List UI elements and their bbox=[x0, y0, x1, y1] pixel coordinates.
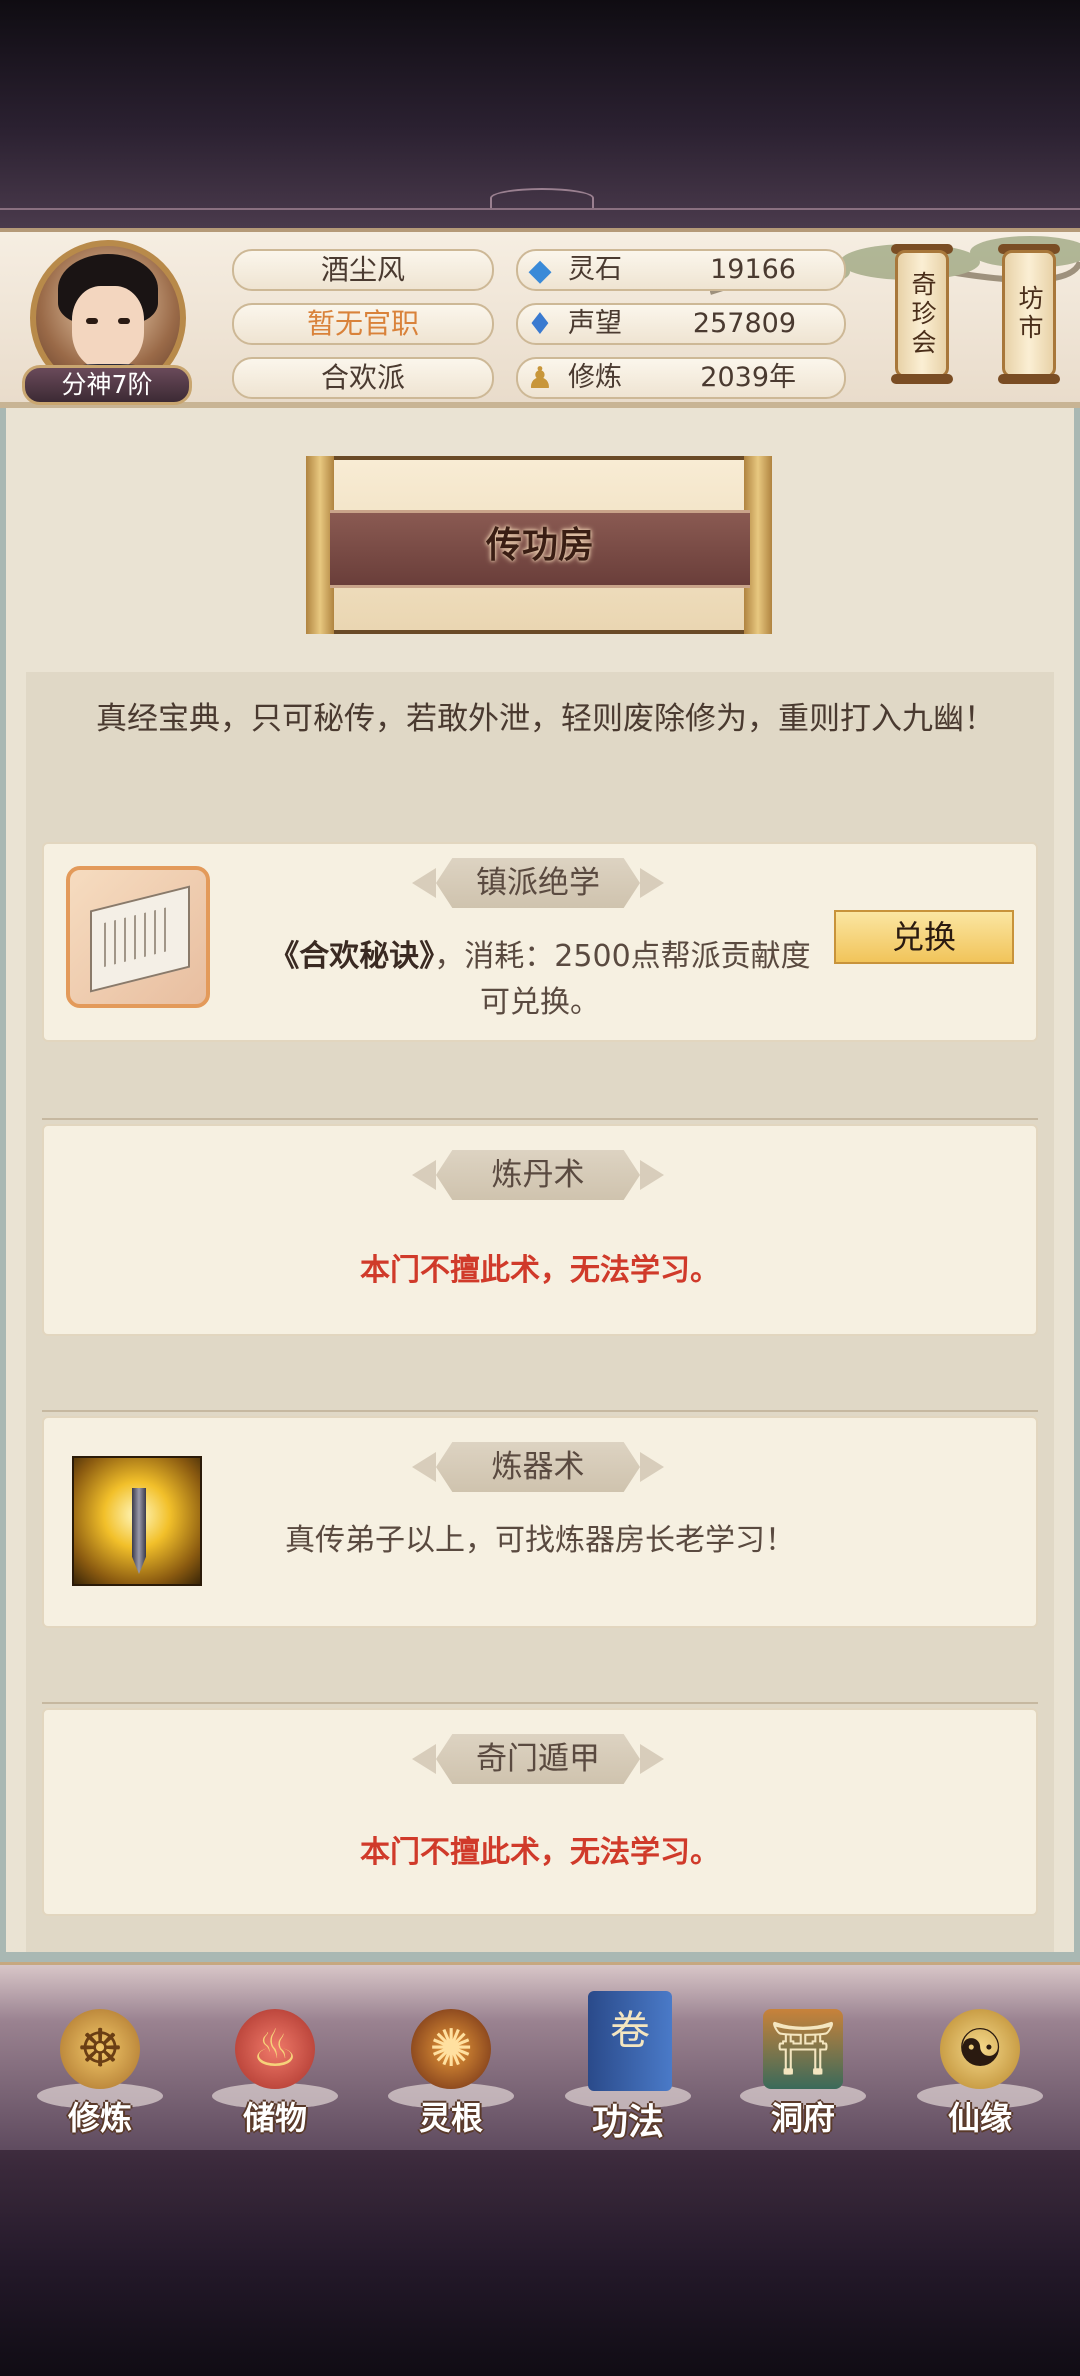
nav-label: 修炼 bbox=[67, 2099, 132, 2137]
card-text: ，消耗：2500点帮派贡献度可兑换。 bbox=[434, 939, 811, 1020]
sword-blade bbox=[132, 1488, 146, 1574]
scripture-icon: 卷 bbox=[588, 1991, 672, 2091]
card-description: 《合欢秘诀》，消耗：2500点帮派贡献度可兑换。 bbox=[260, 934, 820, 1026]
divider bbox=[42, 1410, 1038, 1412]
avatar-eye bbox=[118, 318, 130, 324]
card-unavailable-text: 本门不擅此术，无法学习。 bbox=[360, 1253, 720, 1288]
divider bbox=[42, 1702, 1038, 1704]
stat-label: 灵石 bbox=[568, 254, 622, 285]
spirit-stone-icon: ◆ bbox=[528, 253, 552, 288]
stat-value: 2039年 bbox=[700, 362, 796, 393]
meditation-icon: ☸ bbox=[60, 2009, 140, 2089]
book-title: 《合欢秘诀》 bbox=[269, 939, 435, 974]
spirit-root-icon: ✺ bbox=[411, 2009, 491, 2089]
card-title-banner: 炼丹术 bbox=[412, 1150, 664, 1200]
nav-spirit-root[interactable]: ✺ 灵根 bbox=[366, 1965, 536, 2153]
intro-text: 真经宝典，只可秘传，若敢外泄，轻则废除修为，重则打入九幽！ bbox=[96, 701, 995, 737]
stat-spirit-stone: ◆ 灵石 19166 bbox=[516, 249, 846, 291]
market-button[interactable]: 坊市 bbox=[1002, 250, 1056, 378]
reputation-icon: ♦ bbox=[526, 307, 554, 342]
nav-immortal-fate[interactable]: ☯ 仙缘 bbox=[895, 1965, 1065, 2153]
book-page bbox=[90, 885, 190, 993]
player-name: 酒尘风 bbox=[232, 249, 494, 291]
page-title: 传功房 bbox=[485, 525, 594, 566]
treasure-fair-button[interactable]: 奇珍会 bbox=[895, 250, 949, 378]
book-icon[interactable] bbox=[66, 866, 210, 1008]
stat-reputation: ♦ 声望 257809 bbox=[516, 303, 846, 345]
scroll-cap bbox=[998, 374, 1060, 384]
nav-label: 洞府 bbox=[770, 2099, 835, 2137]
card-title: 炼器术 bbox=[491, 1449, 585, 1485]
title-arrow-right bbox=[640, 1452, 664, 1482]
card-title: 镇派绝学 bbox=[476, 865, 600, 901]
nav-label: 仙缘 bbox=[947, 2099, 1012, 2137]
bottom-nav: ☸ 修炼 ♨ 储物 ✺ 灵根 卷 功法 ⛩ 洞府 ☯ 仙缘 bbox=[0, 1962, 1080, 2156]
top-ornament bbox=[0, 188, 1080, 210]
exchange-button[interactable]: 兑换 bbox=[834, 910, 1014, 964]
card-unavailable-text: 本门不擅此术，无法学习。 bbox=[360, 1835, 720, 1870]
player-header: 分神7阶 酒尘风 暂无官职 合欢派 ◆ 灵石 19166 ♦ 声望 257809… bbox=[0, 228, 1080, 408]
nav-cultivate[interactable]: ☸ 修炼 bbox=[15, 1965, 185, 2153]
storage-bag-icon: ♨ bbox=[235, 2009, 315, 2089]
stat-value: 19166 bbox=[710, 254, 796, 285]
nav-storage[interactable]: ♨ 储物 bbox=[190, 1965, 360, 2153]
card-title: 奇门遁甲 bbox=[476, 1741, 600, 1777]
cultivation-icon: ♟ bbox=[526, 361, 554, 396]
title-arrow-left bbox=[412, 1452, 436, 1482]
card-title-banner: 炼器术 bbox=[412, 1442, 664, 1492]
scroll-cap bbox=[891, 374, 953, 384]
title-arrow-left bbox=[412, 1160, 436, 1190]
stat-label: 声望 bbox=[568, 308, 622, 339]
official-title: 暂无官职 bbox=[232, 303, 494, 345]
card-title-banner: 镇派绝学 bbox=[412, 858, 664, 908]
title-arrow-left bbox=[412, 1744, 436, 1774]
title-arrow-left bbox=[412, 868, 436, 898]
cave-mansion-icon: ⛩ bbox=[763, 2009, 843, 2089]
bottom-background bbox=[0, 2150, 1080, 2376]
nav-label: 功法 bbox=[591, 2102, 664, 2143]
card-title: 炼丹术 bbox=[491, 1157, 585, 1193]
card-title-banner: 奇门遁甲 bbox=[412, 1734, 664, 1784]
nav-cave-mansion[interactable]: ⛩ 洞府 bbox=[718, 1965, 888, 2153]
sect-name: 合欢派 bbox=[232, 357, 494, 399]
stat-label: 修炼 bbox=[568, 362, 622, 393]
nav-label: 灵根 bbox=[418, 2099, 483, 2137]
title-arrow-right bbox=[640, 868, 664, 898]
stat-value: 257809 bbox=[692, 308, 796, 339]
title-arrow-right bbox=[640, 1744, 664, 1774]
title-arrow-right bbox=[640, 1160, 664, 1190]
gourd-icon: ☯ bbox=[940, 2009, 1020, 2089]
rank-badge: 分神7阶 bbox=[22, 365, 192, 405]
sword-icon[interactable] bbox=[72, 1456, 202, 1586]
nav-label: 储物 bbox=[242, 2099, 307, 2137]
stat-cultivation: ♟ 修炼 2039年 bbox=[516, 357, 846, 399]
panel-bottom-border bbox=[0, 1952, 1080, 1962]
nav-techniques[interactable]: 卷 功法 bbox=[543, 1965, 713, 2153]
card-description: 真传弟子以上，可找炼器房长老学习！ bbox=[285, 1523, 795, 1558]
divider bbox=[42, 1118, 1038, 1120]
avatar-eye bbox=[86, 318, 98, 324]
avatar-face bbox=[72, 286, 144, 370]
ornament-knot bbox=[490, 188, 594, 208]
